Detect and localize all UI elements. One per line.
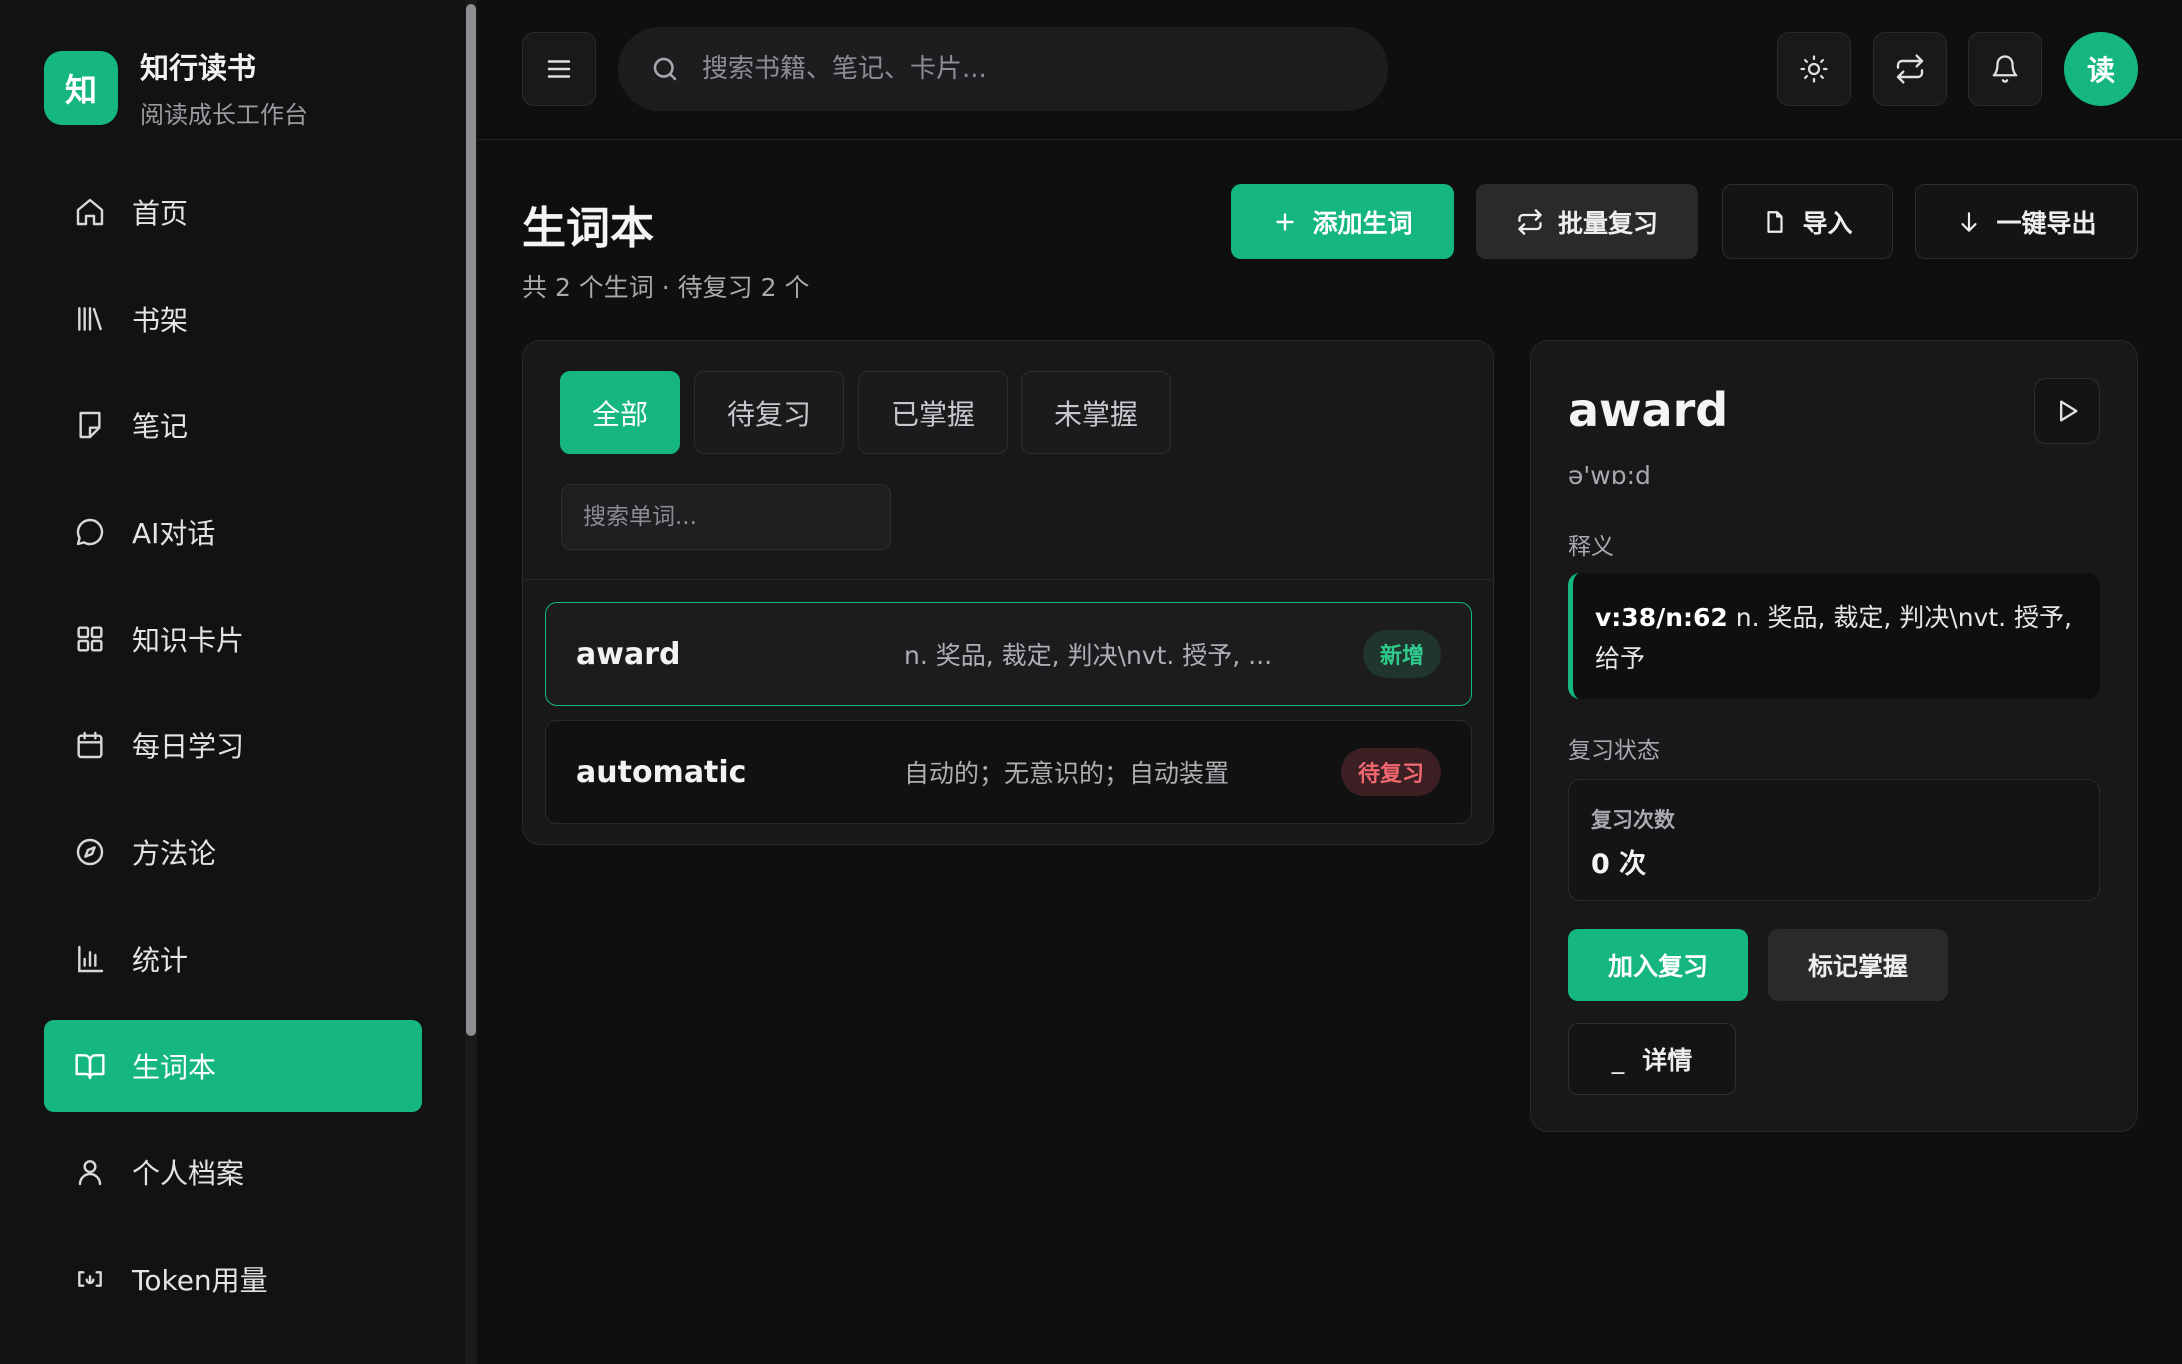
- tab-to-review[interactable]: 待复习: [694, 371, 844, 454]
- global-search-input[interactable]: [702, 54, 1342, 84]
- meaning-box: v:38/n:62 n. 奖品, 裁定, 判决\nvt. 授予, 给予: [1568, 573, 2100, 699]
- sidebar-item-label: Token用量: [132, 1263, 268, 1297]
- meaning-prefix: v:38/n:62: [1595, 603, 1728, 632]
- export-label: 一键导出: [1996, 208, 2097, 238]
- details-button[interactable]: _ 详情: [1568, 1023, 1736, 1095]
- sidebar-item-label: 方法论: [132, 837, 217, 871]
- brand[interactable]: 知 知行读书 阅读成长工作台: [44, 50, 308, 129]
- review-count-label: 复习次数: [1591, 808, 1675, 832]
- review-status-box: 复习次数 0 次: [1568, 779, 2100, 901]
- sidebar-nav: 首页 书架 笔记 AI对话 知识卡片 每日学习 方法论 统计 生词本 个人档案 …: [44, 166, 422, 1340]
- sidebar-item-label: 统计: [132, 943, 189, 977]
- sidebar-item-label: 首页: [132, 197, 189, 230]
- sidebar-item-methodology[interactable]: 方法论: [44, 806, 422, 898]
- repeat-icon: [1896, 54, 1924, 84]
- sidebar-item-bookshelf[interactable]: 书架: [44, 273, 422, 365]
- review-count-value: 0 次: [1591, 849, 1647, 880]
- play-pronunciation-button[interactable]: [2034, 378, 2100, 444]
- sidebar-item-label: 生词本: [132, 1050, 217, 1084]
- sidebar-item-label: 笔记: [132, 410, 189, 444]
- list-item[interactable]: automatic 自动的；无意识的；自动装置 待复习: [545, 720, 1472, 824]
- sidebar-item-daily-study[interactable]: 每日学习: [44, 699, 422, 791]
- bar-chart-icon: [78, 945, 104, 973]
- tab-not-mastered[interactable]: 未掌握: [1021, 371, 1171, 454]
- sidebar-item-home[interactable]: 首页: [44, 166, 422, 258]
- tab-all[interactable]: 全部: [560, 371, 680, 454]
- batch-review-label: 批量复习: [1557, 208, 1658, 238]
- token-icon: [78, 1271, 102, 1287]
- word-search-input[interactable]: [561, 484, 891, 550]
- compass-icon: [76, 838, 104, 866]
- add-to-review-button[interactable]: 加入复习: [1568, 929, 1748, 1001]
- home-icon: [76, 198, 104, 226]
- word-definition: n. 奖品, 裁定, 判决\nvt. 授予, ...: [904, 641, 1273, 670]
- page-subtitle: 共 2 个生词 · 待复习 2 个: [522, 273, 810, 302]
- word-text: award: [576, 636, 681, 672]
- page-title: 生词本: [522, 203, 654, 254]
- sidebar-item-knowledge-cards[interactable]: 知识卡片: [44, 593, 422, 685]
- sidebar-item-vocabulary[interactable]: 生词本: [44, 1019, 422, 1112]
- export-button[interactable]: 一键导出: [1915, 184, 2138, 259]
- scrollbar-thumb[interactable]: [466, 4, 476, 1036]
- details-prefix: _: [1611, 1044, 1625, 1074]
- brand-name: 知行读书: [140, 51, 257, 85]
- sidebar-item-ai-chat[interactable]: AI对话: [44, 486, 422, 578]
- sidebar-item-label: AI对话: [132, 517, 216, 551]
- arrow-down-icon: [1961, 211, 1978, 232]
- sidebar: 知 知行读书 阅读成长工作台 首页 书架 笔记 AI对话 知识卡片 每日学习 方…: [0, 0, 476, 1364]
- add-word-button[interactable]: 添加生词: [1231, 184, 1454, 259]
- sidebar-item-label: 个人档案: [132, 1157, 245, 1191]
- import-label: 导入: [1802, 208, 1853, 238]
- sidebar-item-statistics[interactable]: 统计: [44, 913, 422, 1005]
- global-search[interactable]: [618, 27, 1388, 111]
- detail-phonetic: ə'wɒ:d: [1568, 461, 1651, 490]
- brand-logo: 知: [44, 50, 118, 125]
- book-open-icon: [75, 1053, 105, 1079]
- theme-toggle-button[interactable]: [1777, 32, 1851, 106]
- user-icon: [78, 1160, 102, 1186]
- play-icon: [2060, 400, 2078, 422]
- file-icon: [1767, 210, 1784, 233]
- library-icon: [78, 306, 102, 331]
- word-definition: 自动的；无意识的；自动装置: [904, 759, 1230, 788]
- word-detail-panel: award ə'wɒ:d 释义 v:38/n:62 n. 奖品, 裁定, 判决\…: [1530, 340, 2138, 1132]
- menu-icon: [547, 60, 571, 78]
- grid-icon: [77, 626, 103, 652]
- sidebar-scrollbar[interactable]: [465, 0, 477, 1364]
- status-badge: 待复习: [1340, 748, 1441, 796]
- import-button[interactable]: 导入: [1722, 184, 1893, 259]
- menu-toggle-button[interactable]: [522, 32, 596, 106]
- search-icon: [653, 57, 677, 81]
- meaning-label: 释义: [1568, 534, 1614, 560]
- tab-mastered[interactable]: 已掌握: [858, 371, 1008, 454]
- detail-word: award: [1568, 383, 1729, 437]
- bell-icon: [1992, 55, 2018, 83]
- details-label: 详情: [1642, 1046, 1693, 1075]
- calendar-icon: [77, 732, 103, 759]
- plus-icon: [1276, 212, 1295, 231]
- brand-subtitle: 阅读成长工作台: [140, 101, 308, 129]
- note-icon: [79, 412, 101, 439]
- word-list-panel: 全部 待复习 已掌握 未掌握 award n. 奖品, 裁定, 判决\nvt. …: [522, 340, 1494, 845]
- sidebar-item-notes[interactable]: 笔记: [44, 379, 422, 471]
- review-status-label: 复习状态: [1568, 738, 1660, 764]
- avatar[interactable]: 读: [2064, 32, 2138, 106]
- chat-icon: [76, 518, 104, 546]
- word-text: automatic: [576, 754, 747, 790]
- status-badge: 新增: [1362, 630, 1441, 678]
- sidebar-item-profile[interactable]: 个人档案: [44, 1126, 422, 1218]
- sidebar-item-label: 知识卡片: [132, 623, 245, 657]
- sidebar-item-label: 书架: [132, 303, 189, 337]
- repeat-icon: [1518, 208, 1542, 235]
- list-item[interactable]: award n. 奖品, 裁定, 判决\nvt. 授予, ... 新增: [545, 602, 1472, 706]
- mark-mastered-button[interactable]: 标记掌握: [1768, 929, 1948, 1001]
- add-word-label: 添加生词: [1312, 208, 1413, 238]
- sun-icon: [1800, 55, 1828, 83]
- sync-button[interactable]: [1873, 32, 1947, 106]
- sidebar-item-label: 每日学习: [132, 730, 245, 764]
- batch-review-button[interactable]: 批量复习: [1476, 184, 1698, 259]
- notifications-button[interactable]: [1968, 32, 2042, 106]
- divider: [523, 579, 1493, 580]
- sidebar-item-token-usage[interactable]: Token用量: [44, 1233, 422, 1325]
